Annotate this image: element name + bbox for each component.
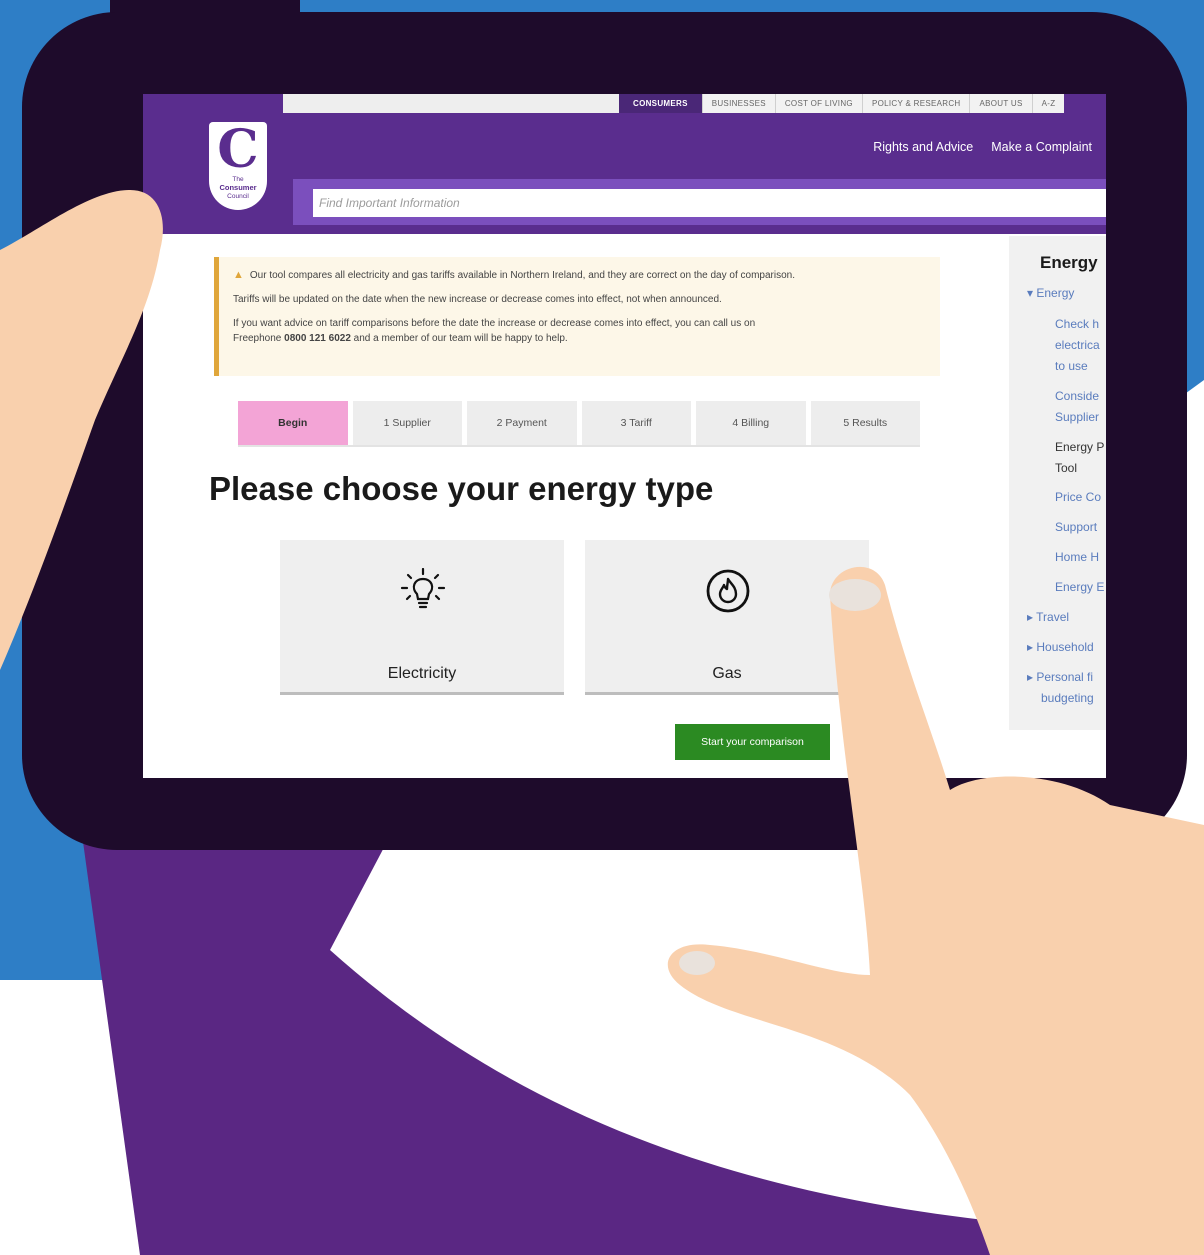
notice-line-2: Tariffs will be updated on the date when…: [233, 294, 722, 305]
util-tab-businesses[interactable]: BUSINESSES: [701, 94, 775, 113]
util-tab-cost-of-living[interactable]: COST OF LIVING: [774, 94, 862, 113]
sidebar-item-consider-supplier[interactable]: Conside: [1055, 386, 1099, 407]
step-supplier[interactable]: 1 Supplier: [352, 401, 462, 445]
warning-icon: ▲: [233, 269, 244, 281]
notice-line-1: Our tool compares all electricity and ga…: [249, 270, 795, 281]
sidebar-item-energy-tool[interactable]: Energy P: [1055, 437, 1104, 458]
logo-mark: C: [217, 119, 259, 180]
tariff-notice: ▲ Our tool compares all electricity and g…: [214, 257, 940, 376]
freephone-number[interactable]: 0800 121 6022: [284, 333, 351, 344]
consumer-council-logo[interactable]: C The Consumer Council: [209, 122, 267, 210]
search-input[interactable]: [313, 189, 1106, 217]
lightbulb-icon: [400, 568, 446, 609]
sidebar-item-check-electricity[interactable]: Check h: [1055, 314, 1099, 335]
site-header: C The Consumer Council Rights and Advice…: [143, 113, 1106, 234]
right-hand-illustration: [667, 566, 1204, 1255]
sidebar-item-support[interactable]: Support: [1055, 517, 1097, 538]
util-tab-policy-research[interactable]: POLICY & RESEARCH: [861, 94, 970, 113]
sidebar-item-consider-supplier-2[interactable]: Supplier: [1055, 407, 1099, 428]
notice-line-4: Freephone 0800 121 6022 and a member of …: [233, 333, 568, 344]
notice-line-3: If you want advice on tariff comparisons…: [233, 318, 756, 329]
sidebar-item-energy-tool-2[interactable]: Tool: [1055, 458, 1077, 479]
utility-bar: CONSUMERS BUSINESSES COST OF LIVING POLI…: [143, 94, 1106, 113]
utility-bar-spacer: [283, 94, 619, 113]
step-billing[interactable]: 4 Billing: [696, 401, 806, 445]
nav-rights-and-advice[interactable]: Rights and Advice: [873, 140, 973, 154]
primary-nav: Rights and Advice Make a Complaint: [873, 140, 1092, 154]
util-tab-consumers[interactable]: CONSUMERS: [619, 94, 702, 113]
electricity-label: Electricity: [387, 665, 457, 682]
utility-nav: CONSUMERS BUSINESSES COST OF LIVING POLI…: [619, 94, 1065, 113]
step-payment[interactable]: 2 Payment: [467, 401, 577, 445]
util-tab-a-z[interactable]: A-Z: [1031, 94, 1065, 113]
nav-make-a-complaint[interactable]: Make a Complaint: [991, 140, 1092, 154]
util-tab-about-us[interactable]: ABOUT US: [969, 94, 1032, 113]
step-results[interactable]: 5 Results: [810, 401, 920, 445]
step-tariff[interactable]: 3 Tariff: [581, 401, 691, 445]
step-begin[interactable]: Begin: [238, 401, 348, 445]
sidebar-title: Energy: [1040, 253, 1098, 272]
sidebar-item-check-electricity-3[interactable]: to use: [1055, 356, 1088, 377]
left-hand-illustration: [0, 190, 163, 670]
search-bar: [293, 179, 1106, 225]
sidebar-item-check-electricity-2[interactable]: electrica: [1055, 335, 1100, 356]
page-title: Please choose your energy type: [209, 470, 714, 507]
sidebar-item-energy[interactable]: ▾ Energy: [1027, 283, 1074, 304]
progress-steps: Begin 1 Supplier 2 Payment 3 Tariff 4 Bi…: [238, 401, 920, 447]
electricity-option[interactable]: Electricity: [280, 540, 564, 695]
sidebar-item-price-compare[interactable]: Price Co: [1055, 487, 1101, 508]
